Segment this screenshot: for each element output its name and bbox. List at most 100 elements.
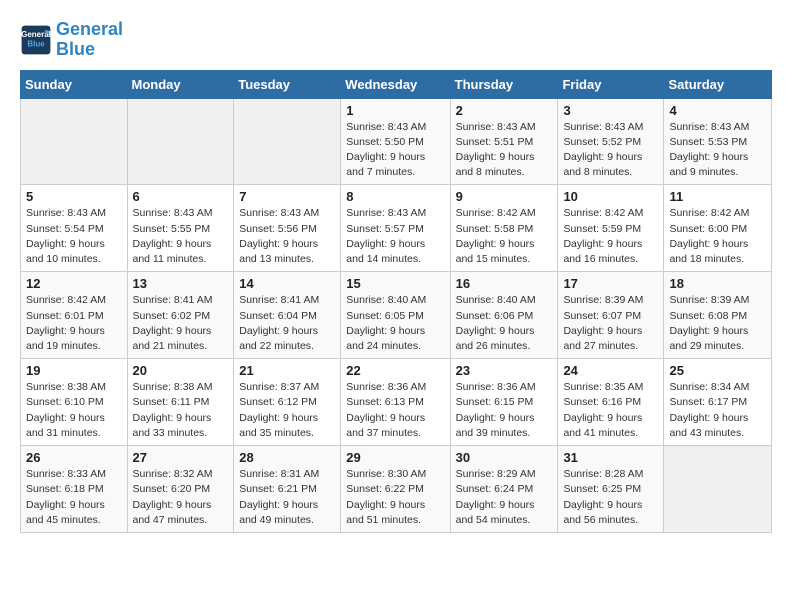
day-info: Sunrise: 8:36 AMSunset: 6:13 PMDaylight:…	[346, 380, 444, 441]
day-number: 27	[133, 450, 229, 465]
day-number: 29	[346, 450, 444, 465]
day-info: Sunrise: 8:43 AMSunset: 5:54 PMDaylight:…	[26, 206, 122, 267]
calendar-cell: 20 Sunrise: 8:38 AMSunset: 6:11 PMDayligh…	[127, 359, 234, 446]
day-info: Sunrise: 8:43 AMSunset: 5:55 PMDaylight:…	[133, 206, 229, 267]
calendar-cell: 19Sunrise: 8:38 AMSunset: 6:10 PMDayligh…	[21, 359, 128, 446]
calendar-cell: 31 Sunrise: 8:28 AMSunset: 6:25 PMDayligh…	[558, 446, 664, 533]
day-info: Sunrise: 8:35 AMSunset: 6:16 PMDaylight:…	[563, 380, 658, 441]
day-info: Sunrise: 8:43 AMSunset: 5:53 PMDaylight:…	[669, 120, 766, 181]
day-number: 23	[456, 363, 553, 378]
day-info: Sunrise: 8:34 AMSunset: 6:17 PMDaylight:…	[669, 380, 766, 441]
day-number: 17	[563, 276, 658, 291]
calendar-cell: 24 Sunrise: 8:35 AMSunset: 6:16 PMDayligh…	[558, 359, 664, 446]
weekday-header-tuesday: Tuesday	[234, 70, 341, 98]
day-info: Sunrise: 8:33 AMSunset: 6:18 PMDaylight:…	[26, 467, 122, 528]
day-info: Sunrise: 8:37 AMSunset: 6:12 PMDaylight:…	[239, 380, 335, 441]
day-number: 28	[239, 450, 335, 465]
day-number: 21	[239, 363, 335, 378]
day-number: 12	[26, 276, 122, 291]
day-number: 24	[563, 363, 658, 378]
day-info: Sunrise: 8:28 AMSunset: 6:25 PMDaylight:…	[563, 467, 658, 528]
page-header: General Blue GeneralBlue	[20, 20, 772, 60]
day-info: Sunrise: 8:39 AMSunset: 6:08 PMDaylight:…	[669, 293, 766, 354]
day-number: 10	[563, 189, 658, 204]
day-number: 8	[346, 189, 444, 204]
day-number: 14	[239, 276, 335, 291]
calendar-cell: 30 Sunrise: 8:29 AMSunset: 6:24 PMDayligh…	[450, 446, 558, 533]
weekday-header-monday: Monday	[127, 70, 234, 98]
calendar-cell: 29Sunrise: 8:30 AMSunset: 6:22 PMDayligh…	[341, 446, 450, 533]
calendar-cell: 21 Sunrise: 8:37 AMSunset: 6:12 PMDayligh…	[234, 359, 341, 446]
calendar-cell: 5 Sunrise: 8:43 AMSunset: 5:54 PMDaylight…	[21, 185, 128, 272]
day-number: 5	[26, 189, 122, 204]
calendar-cell: 1 Sunrise: 8:43 AMSunset: 5:50 PMDaylight…	[341, 98, 450, 185]
calendar-cell	[664, 446, 772, 533]
calendar-table: SundayMondayTuesdayWednesdayThursdayFrid…	[20, 70, 772, 533]
day-info: Sunrise: 8:39 AMSunset: 6:07 PMDaylight:…	[563, 293, 658, 354]
day-info: Sunrise: 8:43 AMSunset: 5:50 PMDaylight:…	[346, 120, 444, 181]
day-info: Sunrise: 8:40 AMSunset: 6:05 PMDaylight:…	[346, 293, 444, 354]
calendar-cell: 7 Sunrise: 8:43 AMSunset: 5:56 PMDaylight…	[234, 185, 341, 272]
day-info: Sunrise: 8:43 AMSunset: 5:51 PMDaylight:…	[456, 120, 553, 181]
day-number: 4	[669, 103, 766, 118]
day-info: Sunrise: 8:41 AMSunset: 6:04 PMDaylight:…	[239, 293, 335, 354]
calendar-cell: 26 Sunrise: 8:33 AMSunset: 6:18 PMDayligh…	[21, 446, 128, 533]
calendar-cell: 14 Sunrise: 8:41 AMSunset: 6:04 PMDayligh…	[234, 272, 341, 359]
calendar-cell: 3 Sunrise: 8:43 AMSunset: 5:52 PMDaylight…	[558, 98, 664, 185]
day-info: Sunrise: 8:42 AMSunset: 6:00 PMDaylight:…	[669, 206, 766, 267]
day-number: 20	[133, 363, 229, 378]
day-info: Sunrise: 8:42 AMSunset: 6:01 PMDaylight:…	[26, 293, 122, 354]
day-number: 18	[669, 276, 766, 291]
day-number: 7	[239, 189, 335, 204]
day-info: Sunrise: 8:43 AMSunset: 5:52 PMDaylight:…	[563, 120, 658, 181]
calendar-cell: 18 Sunrise: 8:39 AMSunset: 6:08 PMDayligh…	[664, 272, 772, 359]
day-number: 16	[456, 276, 553, 291]
calendar-cell: 27 Sunrise: 8:32 AMSunset: 6:20 PMDayligh…	[127, 446, 234, 533]
calendar-cell: 10 Sunrise: 8:42 AMSunset: 5:59 PMDayligh…	[558, 185, 664, 272]
day-number: 9	[456, 189, 553, 204]
weekday-header-friday: Friday	[558, 70, 664, 98]
calendar-cell: 2 Sunrise: 8:43 AMSunset: 5:51 PMDaylight…	[450, 98, 558, 185]
day-number: 26	[26, 450, 122, 465]
calendar-cell: 12 Sunrise: 8:42 AMSunset: 6:01 PMDayligh…	[21, 272, 128, 359]
calendar-cell: 16Sunrise: 8:40 AMSunset: 6:06 PMDayligh…	[450, 272, 558, 359]
day-number: 31	[563, 450, 658, 465]
day-info: Sunrise: 8:38 AMSunset: 6:11 PMDaylight:…	[133, 380, 229, 441]
day-number: 15	[346, 276, 444, 291]
calendar-cell: 23Sunrise: 8:36 AMSunset: 6:15 PMDayligh…	[450, 359, 558, 446]
weekday-header-thursday: Thursday	[450, 70, 558, 98]
calendar-cell: 22 Sunrise: 8:36 AMSunset: 6:13 PMDayligh…	[341, 359, 450, 446]
calendar-cell: 6 Sunrise: 8:43 AMSunset: 5:55 PMDaylight…	[127, 185, 234, 272]
day-number: 19	[26, 363, 122, 378]
day-info: Sunrise: 8:41 AMSunset: 6:02 PMDaylight:…	[133, 293, 229, 354]
calendar-cell: 4 Sunrise: 8:43 AMSunset: 5:53 PMDaylight…	[664, 98, 772, 185]
logo-text: GeneralBlue	[56, 20, 123, 60]
calendar-cell: 17 Sunrise: 8:39 AMSunset: 6:07 PMDayligh…	[558, 272, 664, 359]
calendar-cell: 25 Sunrise: 8:34 AMSunset: 6:17 PMDayligh…	[664, 359, 772, 446]
day-info: Sunrise: 8:29 AMSunset: 6:24 PMDaylight:…	[456, 467, 553, 528]
logo: General Blue GeneralBlue	[20, 20, 123, 60]
day-info: Sunrise: 8:43 AMSunset: 5:56 PMDaylight:…	[239, 206, 335, 267]
weekday-header-wednesday: Wednesday	[341, 70, 450, 98]
logo-icon: General Blue	[20, 24, 52, 56]
weekday-header-sunday: Sunday	[21, 70, 128, 98]
calendar-cell	[127, 98, 234, 185]
day-number: 3	[563, 103, 658, 118]
day-number: 2	[456, 103, 553, 118]
calendar-cell: 9 Sunrise: 8:42 AMSunset: 5:58 PMDaylight…	[450, 185, 558, 272]
day-info: Sunrise: 8:31 AMSunset: 6:21 PMDaylight:…	[239, 467, 335, 528]
day-number: 11	[669, 189, 766, 204]
day-number: 6	[133, 189, 229, 204]
calendar-cell: 13Sunrise: 8:41 AMSunset: 6:02 PMDayligh…	[127, 272, 234, 359]
day-number: 30	[456, 450, 553, 465]
day-info: Sunrise: 8:42 AMSunset: 5:58 PMDaylight:…	[456, 206, 553, 267]
day-number: 1	[346, 103, 444, 118]
day-number: 25	[669, 363, 766, 378]
day-info: Sunrise: 8:42 AMSunset: 5:59 PMDaylight:…	[563, 206, 658, 267]
day-info: Sunrise: 8:32 AMSunset: 6:20 PMDaylight:…	[133, 467, 229, 528]
calendar-cell	[234, 98, 341, 185]
calendar-cell: 28 Sunrise: 8:31 AMSunset: 6:21 PMDayligh…	[234, 446, 341, 533]
day-number: 22	[346, 363, 444, 378]
weekday-header-saturday: Saturday	[664, 70, 772, 98]
calendar-cell	[21, 98, 128, 185]
